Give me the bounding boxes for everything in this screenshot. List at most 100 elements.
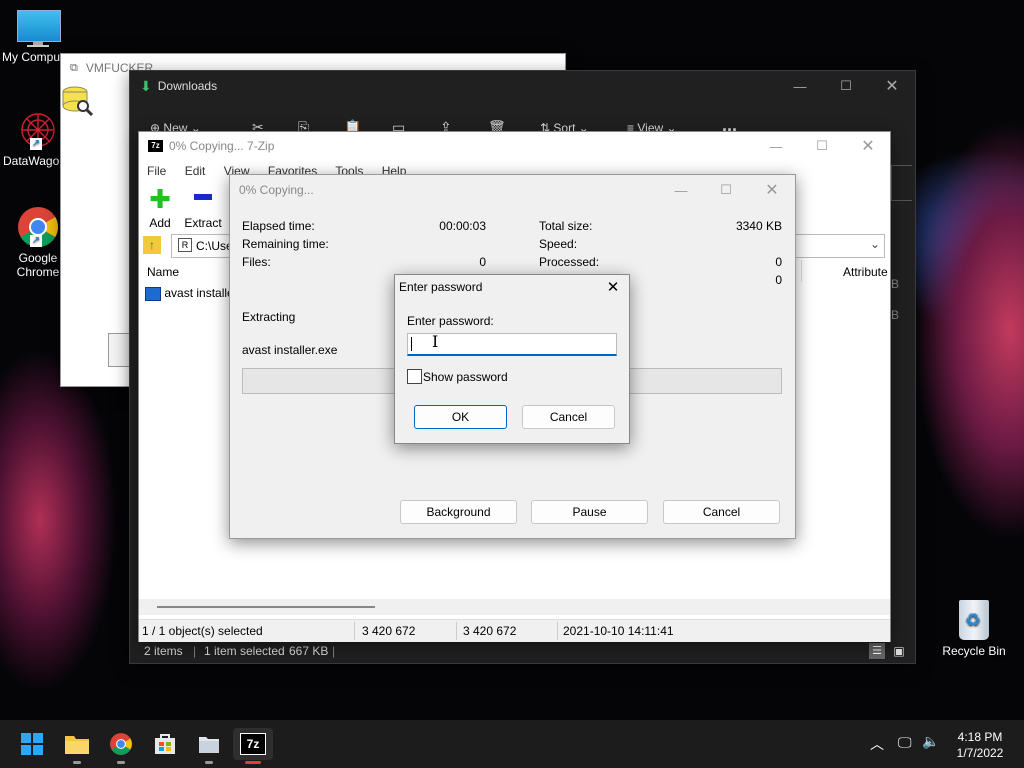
store-icon[interactable]	[145, 728, 185, 760]
password-input[interactable]	[407, 333, 617, 356]
total-size-value: 3340 KB	[735, 219, 782, 233]
extract-label: Extract	[184, 216, 222, 230]
start-icon[interactable]	[12, 728, 52, 760]
file-explorer-icon[interactable]	[57, 728, 97, 764]
extract-button[interactable]: Extract	[183, 188, 223, 230]
remaining-label: Remaining time:	[242, 237, 329, 251]
password-prompt: Enter password:	[407, 314, 494, 328]
status-packed-size: 3 420 672	[463, 624, 517, 638]
horizontal-scrollbar[interactable]	[139, 599, 890, 615]
menu-file[interactable]: File	[147, 164, 166, 178]
maximize-button[interactable]: ☐	[823, 71, 869, 101]
status-date: 2021-10-10 14:11:41	[563, 624, 674, 638]
explorer-statusbar: 2 items | 1 item selected 667 KB | ☰ ▣	[130, 641, 915, 663]
details-view-icon[interactable]: ☰	[869, 643, 885, 659]
extracting-label: Extracting	[242, 310, 296, 324]
desktop-icon-label: Recycle Bin	[942, 644, 1006, 658]
maximize-button[interactable]: ☐	[799, 132, 845, 160]
volume-icon[interactable]: 🔈	[922, 733, 939, 750]
running-indicator	[117, 761, 125, 764]
shortcut-arrow-icon: ↗	[30, 138, 42, 150]
add-label: Add	[149, 216, 171, 230]
app-icon: ⧉	[70, 61, 78, 74]
datawagon-icon: ↗	[16, 108, 60, 152]
cancel-copy-button[interactable]: Cancel	[663, 500, 780, 524]
close-button[interactable]: ✕	[869, 71, 915, 101]
monitor-icon	[17, 10, 61, 48]
right-column-value: B	[891, 308, 900, 322]
database-search-icon	[61, 84, 95, 118]
minimize-button[interactable]: —	[658, 175, 704, 205]
column-divider	[801, 260, 802, 282]
password-dialog-title: Enter password	[399, 280, 483, 294]
blue-minus-icon	[194, 194, 212, 200]
speed-label: Speed:	[539, 237, 578, 251]
explorer-title: Downloads	[157, 79, 218, 93]
password-titlebar[interactable]: Enter password	[395, 275, 629, 299]
cancel-button[interactable]: Cancel	[522, 405, 615, 429]
chevron-down-icon[interactable]: ⌄	[870, 237, 880, 251]
add-button[interactable]: ✚ Add	[147, 184, 173, 230]
menu-edit[interactable]: Edit	[185, 164, 206, 178]
maximize-button[interactable]: ☐	[703, 175, 749, 205]
close-icon[interactable]: ✕	[601, 278, 625, 298]
password-dialog[interactable]: Enter password ✕ Enter password: I Show …	[394, 274, 630, 444]
7zip-icon: 7z	[148, 140, 163, 152]
scrollbar-thumb[interactable]	[157, 606, 375, 608]
text-caret	[411, 337, 412, 351]
items-count: 2 items	[144, 644, 183, 658]
text-cursor-icon: I	[432, 332, 439, 351]
exe-file-icon	[145, 286, 161, 301]
minimize-button[interactable]: —	[753, 132, 799, 160]
processed-label: Processed:	[539, 255, 600, 269]
status-size: 3 420 672	[362, 624, 416, 638]
clock-date: 1/7/2022	[956, 746, 1004, 760]
shortcut-arrow-icon: ↗	[30, 235, 42, 247]
show-hidden-icons-chevron[interactable]: ︿	[870, 734, 884, 754]
sevenzip-title: 0% Copying... 7-Zip	[169, 139, 275, 153]
status-selected: 1 / 1 object(s) selected	[142, 624, 263, 638]
network-icon[interactable]: 🖵	[898, 734, 912, 751]
drive-icon: R	[178, 238, 192, 252]
recycle-bin-icon: ♻	[956, 598, 992, 642]
folder-icon[interactable]	[189, 728, 229, 764]
sevenzip-statusbar: 1 / 1 object(s) selected 3 420 672 3 420…	[139, 619, 890, 642]
close-button[interactable]: ✕	[845, 132, 891, 160]
running-indicator	[205, 761, 213, 764]
active-indicator	[245, 761, 261, 764]
file-name: avast installe	[164, 286, 234, 300]
pause-button[interactable]: Pause	[531, 500, 648, 524]
clock-time: 4:18 PM	[957, 730, 1003, 744]
copying-title: 0% Copying...	[239, 183, 314, 197]
selected-size: 667 KB	[289, 644, 329, 658]
desktop-icon-recycle-bin[interactable]: ♻ Recycle Bin	[936, 598, 1012, 658]
total-size-label: Total size:	[539, 219, 593, 233]
clock[interactable]: 4:18 PM 1/7/2022	[944, 729, 1016, 761]
file-row[interactable]: avast installe	[145, 286, 234, 301]
ok-button[interactable]: OK	[414, 405, 507, 429]
right-column-value: B	[891, 277, 900, 291]
download-arrow-icon: ⬇	[140, 77, 152, 94]
elapsed-value: 00:00:03	[439, 219, 486, 233]
chrome-taskbar-icon[interactable]	[101, 728, 141, 764]
address-text: C:\Use	[196, 239, 233, 253]
current-file-name: avast installer.exe	[242, 343, 338, 357]
tiles-view-icon[interactable]: ▣	[891, 643, 907, 659]
column-header-attributes[interactable]: Attribute	[843, 265, 888, 279]
up-folder-icon[interactable]: ↑	[143, 236, 161, 254]
close-button[interactable]: ✕	[749, 175, 795, 205]
7zip-taskbar-icon[interactable]: 7z	[233, 728, 273, 764]
minimize-button[interactable]: —	[777, 71, 823, 101]
elapsed-label: Elapsed time:	[242, 219, 315, 233]
files-label: Files:	[242, 255, 271, 269]
show-password-label[interactable]: Show password	[423, 370, 508, 384]
processed-value: 0	[775, 255, 782, 269]
vmf-button[interactable]	[108, 333, 131, 367]
column-header-name[interactable]: Name	[147, 265, 179, 279]
selected-count: 1 item selected	[204, 644, 285, 658]
green-plus-icon: ✚	[149, 184, 171, 214]
explorer-right-edge	[891, 165, 912, 201]
running-indicator	[73, 761, 81, 764]
background-button[interactable]: Background	[400, 500, 517, 524]
show-password-checkbox[interactable]	[407, 369, 422, 384]
